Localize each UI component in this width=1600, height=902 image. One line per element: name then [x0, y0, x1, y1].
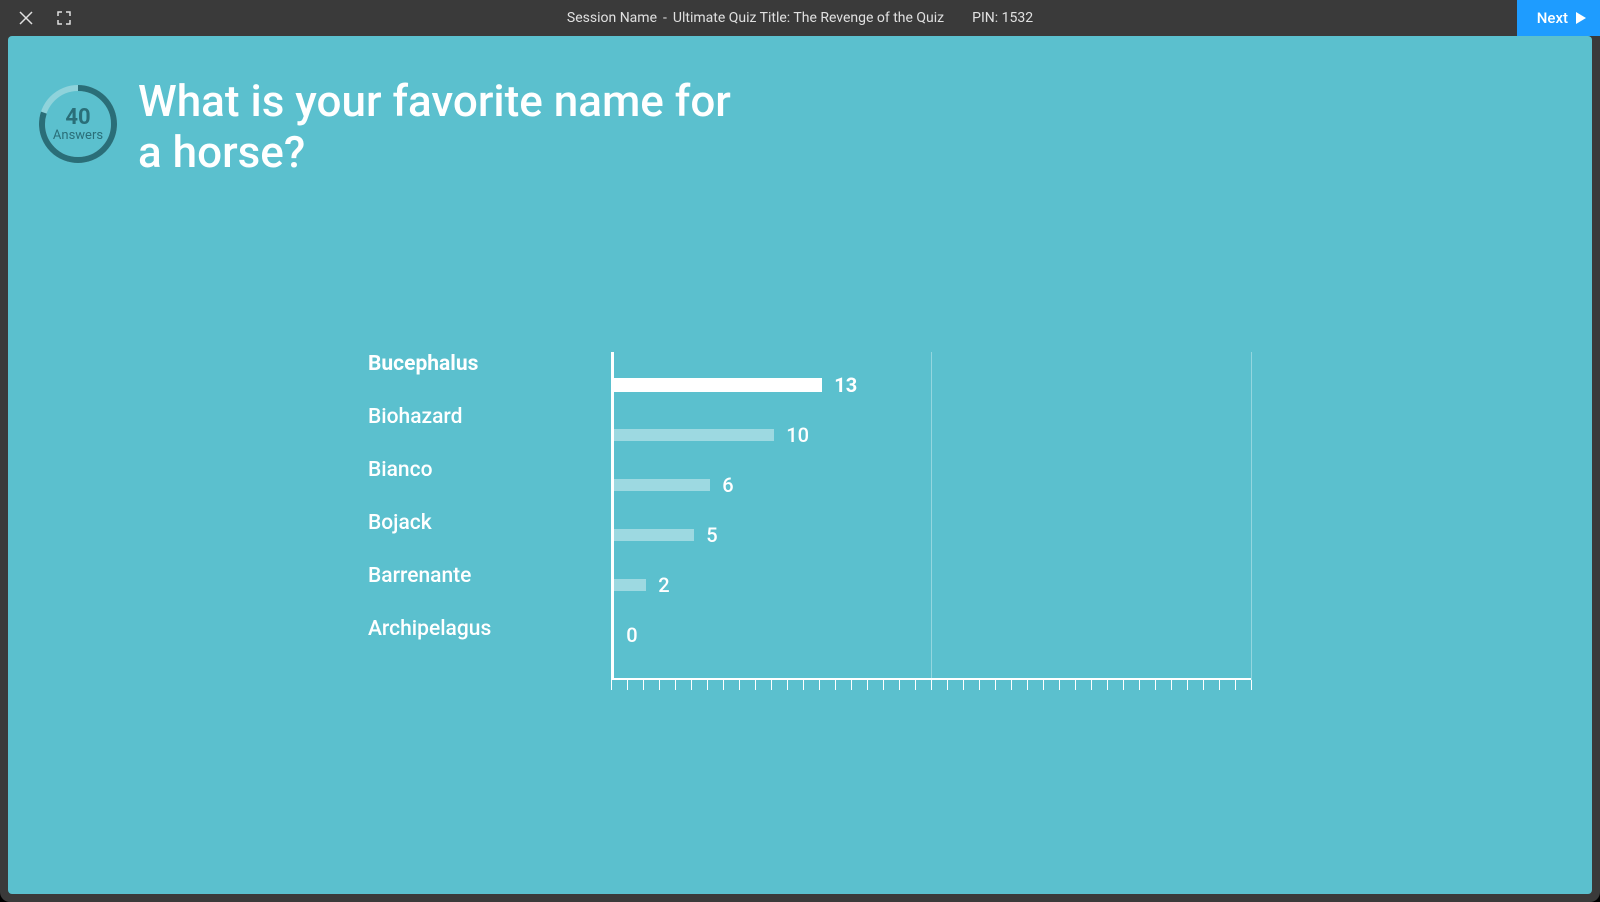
x-tick [851, 680, 852, 690]
x-tick [1139, 680, 1140, 690]
results-chart: Bucephalus Biohazard Bianco Bojack Barrenant… [368, 352, 857, 692]
fullscreen-button[interactable] [54, 8, 74, 28]
chart-bar [614, 429, 774, 441]
x-tick [899, 680, 900, 690]
app-frame: Session Name - Ultimate Quiz Title: The … [0, 0, 1600, 902]
x-tick [1075, 680, 1076, 690]
x-tick [787, 680, 788, 690]
x-tick [1155, 680, 1156, 690]
next-label: Next [1537, 9, 1568, 27]
pin-label: PIN: 1532 [972, 10, 1033, 26]
chart-bar-value: 13 [834, 373, 857, 397]
x-tick [867, 680, 868, 690]
separator: - [663, 10, 667, 26]
chart-bar [614, 378, 822, 392]
counter-value: 40 [65, 105, 90, 130]
x-tick [1043, 680, 1044, 690]
chart-bar-row: 6 [611, 460, 857, 510]
x-tick [771, 680, 772, 690]
x-tick [739, 680, 740, 690]
x-ticks [611, 680, 1251, 690]
chart-bar-value: 6 [722, 473, 733, 497]
next-button[interactable]: Next [1517, 0, 1600, 36]
x-tick [723, 680, 724, 690]
counter-label: Answers [53, 128, 103, 143]
x-tick [1235, 680, 1236, 690]
topbar: Session Name - Ultimate Quiz Title: The … [0, 0, 1600, 36]
session-label: Session Name [567, 10, 657, 26]
x-tick [1107, 680, 1108, 690]
x-tick [1027, 680, 1028, 690]
x-tick [659, 680, 660, 690]
x-tick [947, 680, 948, 690]
chart-bar-value: 0 [626, 623, 637, 647]
close-button[interactable] [16, 8, 36, 28]
stage: 40 Answers What is your favorite name fo… [8, 36, 1592, 894]
chart-bar-row: 2 [611, 560, 857, 610]
chart-label: Bianco [368, 458, 433, 482]
chart-bar-row: 10 [611, 410, 857, 460]
x-tick [995, 680, 996, 690]
x-tick [611, 680, 612, 690]
x-tick [883, 680, 884, 690]
chart-bars: 13 10 6 5 2 0 [611, 352, 857, 660]
x-tick [1171, 680, 1172, 690]
chart-bar-row: 0 [611, 610, 857, 660]
chart-bar-row: 5 [611, 510, 857, 560]
quiz-title: Ultimate Quiz Title: The Revenge of the … [673, 10, 944, 26]
x-tick [835, 680, 836, 690]
expand-icon [57, 11, 71, 25]
x-tick [819, 680, 820, 690]
answers-counter: 40 Answers [38, 84, 118, 164]
x-tick [1203, 680, 1204, 690]
chart-bar [614, 529, 694, 541]
chart-label: Archipelagus [368, 617, 491, 641]
x-tick [1251, 680, 1252, 690]
topbar-left [0, 8, 74, 28]
chart-bar-row: 13 [611, 360, 857, 410]
chart-label: Barrenante [368, 564, 471, 588]
x-tick [1091, 680, 1092, 690]
x-tick [691, 680, 692, 690]
x-tick [675, 680, 676, 690]
chart-label: Biohazard [368, 405, 462, 429]
x-tick [755, 680, 756, 690]
x-tick [915, 680, 916, 690]
question-text: What is your favorite name for a horse? [138, 76, 758, 177]
x-tick [1059, 680, 1060, 690]
x-tick [1011, 680, 1012, 690]
close-icon [19, 11, 33, 25]
gridline [931, 352, 932, 680]
session-info: Session Name - Ultimate Quiz Title: The … [567, 10, 944, 26]
gridline [1251, 352, 1252, 680]
x-tick [803, 680, 804, 690]
chart-label: Bojack [368, 511, 432, 535]
chart-bar-value: 10 [786, 423, 809, 447]
chart-plot-area: 13 10 6 5 2 0 [611, 352, 857, 692]
x-tick [1187, 680, 1188, 690]
x-tick [1123, 680, 1124, 690]
chart-bar-value: 2 [658, 573, 669, 597]
x-tick [627, 680, 628, 690]
x-tick [707, 680, 708, 690]
chart-bar [614, 579, 646, 591]
chart-label: Bucephalus [368, 352, 478, 376]
play-icon [1576, 12, 1586, 24]
chart-bar-value: 5 [706, 523, 717, 547]
x-tick [1219, 680, 1220, 690]
topbar-center: Session Name - Ultimate Quiz Title: The … [567, 10, 1033, 26]
x-tick [643, 680, 644, 690]
x-tick [979, 680, 980, 690]
x-tick [963, 680, 964, 690]
chart-bar [614, 479, 710, 491]
chart-category-labels: Bucephalus Biohazard Bianco Bojack Barrenant… [368, 352, 611, 641]
x-tick [931, 680, 932, 690]
